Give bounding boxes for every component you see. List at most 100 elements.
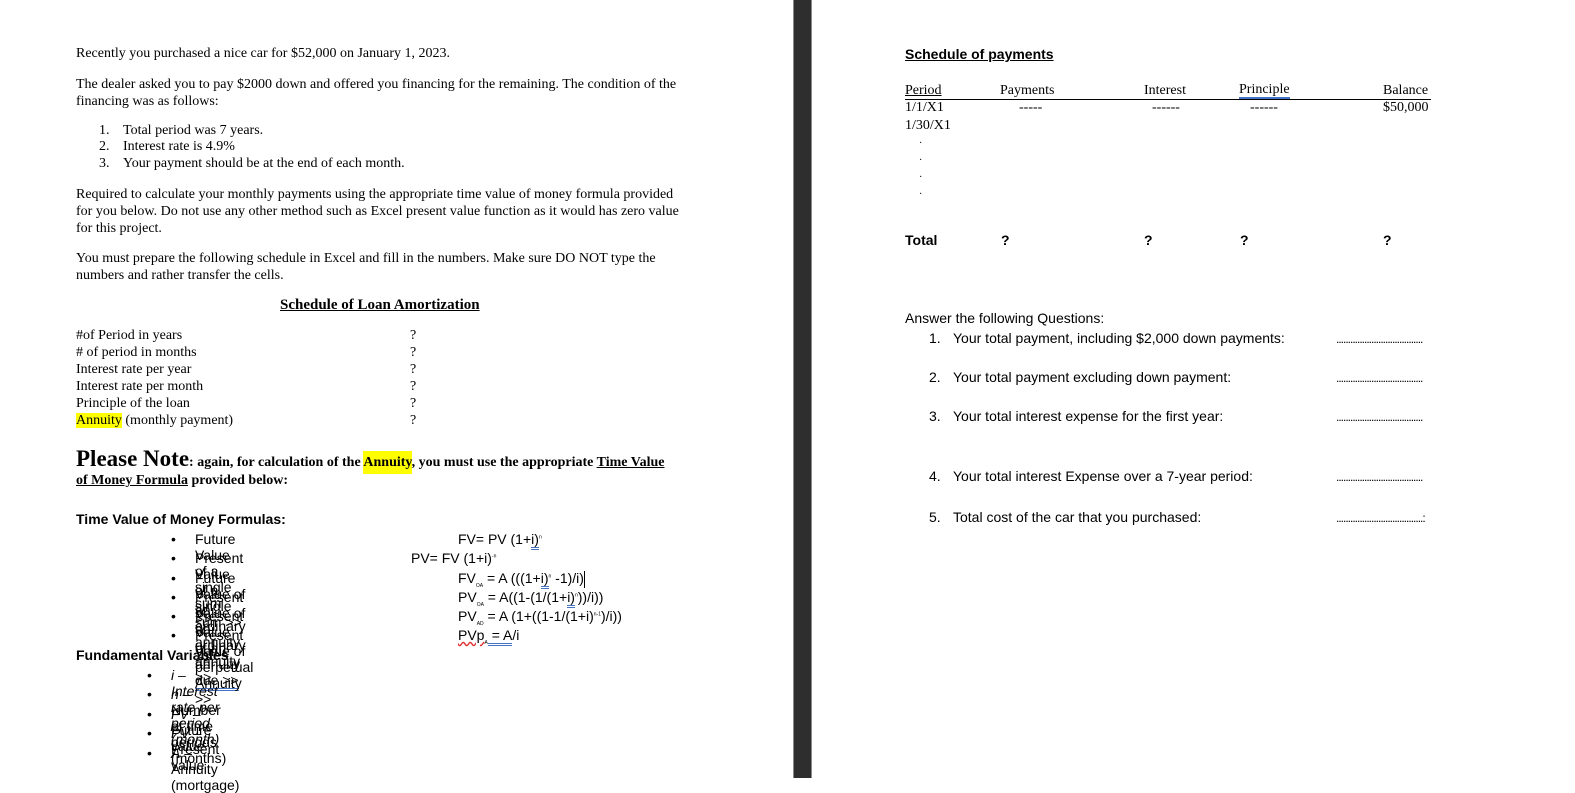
answer-blank[interactable]: .....................................: [1336, 470, 1423, 484]
variable-symbol: FV: [171, 706, 189, 722]
variable-symbol: A: [171, 745, 181, 761]
formula-text: ))/i)): [577, 589, 604, 605]
formula-text: )/i)): [600, 608, 622, 624]
amortization-label: (monthly payment): [121, 413, 234, 428]
formula-text: i): [540, 570, 549, 589]
formula-subscript: OA: [476, 601, 484, 608]
bullet-icon: •: [171, 627, 176, 643]
condition-text: Your payment should be at the end of eac…: [123, 156, 405, 171]
total-balance: ?: [1383, 232, 1392, 248]
question-text: Total cost of the car that you purchased…: [953, 509, 1202, 525]
answer-blank[interactable]: .....................................:: [1336, 511, 1426, 525]
formula-text: = A: [487, 627, 513, 646]
column-header-balance: Balance: [1383, 83, 1429, 98]
amortization-label: Interest rate per year: [76, 362, 192, 377]
formula-text: PV: [458, 589, 477, 605]
cell-payments: -----: [1019, 100, 1043, 115]
formula-text: = A (((1+: [483, 570, 541, 586]
ellipsis-dot: ·: [919, 172, 923, 183]
condition-number: 2.: [99, 139, 110, 154]
note-heading: Please Note: [76, 446, 190, 471]
question-number: 5.: [929, 509, 941, 525]
formula-text: /i: [512, 627, 520, 643]
answer-blank[interactable]: .....................................: [1336, 371, 1423, 385]
formula-text: FV= PV (1+: [458, 531, 532, 547]
cell-period: 1/30/X1: [905, 118, 951, 133]
total-payments: ?: [1001, 232, 1010, 248]
note-text: , you must use the appropriate: [411, 455, 597, 470]
total-principle: ?: [1240, 232, 1249, 248]
amortization-label: # of period in months: [76, 345, 197, 360]
formula-text: PV= FV (1+i): [411, 550, 492, 566]
required-paragraph: Required to calculate your monthly payme…: [76, 187, 679, 236]
formula-text: i): [567, 589, 575, 608]
prepare-paragraph: You must prepare the following schedule …: [76, 251, 656, 283]
question-item: 2. Your total payment excluding down paym…: [929, 369, 1231, 385]
annuity-highlight: Annuity: [363, 451, 412, 474]
variable-symbol: n: [171, 686, 179, 702]
total-label: Total: [905, 232, 938, 248]
question-number: 3.: [929, 408, 941, 424]
column-header-payments: Payments: [1000, 83, 1055, 98]
fundamental-title: Fundamental Variables: [76, 647, 229, 663]
variable-description: – Annuity (mortgage): [171, 745, 240, 793]
amortization-title: Schedule of Loan Amortization: [280, 297, 480, 313]
formula-text: i): [531, 531, 539, 550]
question-text: Your total payment excluding down paymen…: [953, 369, 1232, 385]
cell-principle: ------: [1250, 100, 1278, 115]
please-note: Please Note: again, for calculation of t…: [76, 447, 706, 490]
cell-period: 1/1/X1: [905, 100, 944, 115]
bullet-icon: •: [171, 589, 176, 605]
amortization-value: ?: [410, 345, 417, 360]
bullet-icon: •: [171, 570, 176, 586]
condition-text: Total period was 7 years.: [123, 123, 264, 138]
note-text: provided below:: [187, 473, 289, 488]
column-header-interest: Interest: [1144, 83, 1186, 98]
schedule-title: Schedule of payments: [905, 46, 1054, 62]
answer-blank[interactable]: .....................................: [1336, 410, 1423, 424]
bullet-icon: •: [171, 608, 176, 624]
ellipsis-dot: ·: [919, 189, 923, 200]
amortization-label: #of Period in years: [76, 328, 183, 343]
formula-pv-ordinary-annuity: PVOA = A((1-(1/(1+i)n))/i)): [458, 589, 603, 608]
condition-number: 1.: [99, 123, 110, 138]
bullet-icon: •: [147, 667, 152, 683]
amortization-value: ?: [410, 379, 417, 394]
tvm-title: Time Value of Money Formulas:: [76, 511, 286, 527]
question-item: 1. Your total payment, including $2,000 d…: [929, 330, 1285, 346]
condition-item: 3. Your payment should be at the end of e…: [99, 156, 405, 172]
question-number: 4.: [929, 468, 941, 484]
condition-item: 1. Total period was 7 years.: [99, 123, 263, 139]
formula-text: = A (1+((1-1/(1+i): [483, 608, 594, 624]
dealer-paragraph: The dealer asked you to pay $2000 down a…: [76, 77, 677, 109]
condition-number: 3.: [99, 156, 110, 171]
formula-exponent: n-1: [593, 611, 601, 618]
bullet-icon: •: [147, 706, 152, 722]
condition-text: Interest rate is 4.9%: [123, 139, 235, 154]
answer-blank[interactable]: .....................................: [1336, 332, 1423, 346]
bullet-icon: •: [171, 531, 176, 547]
condition-item: 2. Interest rate is 4.9%: [99, 139, 235, 155]
questions-title: Answer the following Questions:: [905, 310, 1105, 326]
intro-paragraph: Recently you purchased a nice car for $5…: [76, 46, 450, 61]
formula-fv-single: FV= PV (1+i)n: [458, 531, 542, 550]
formula-text: PVp: [458, 627, 485, 643]
question-text: Your total interest expense for the firs…: [953, 408, 1224, 424]
bullet-icon: •: [171, 550, 176, 566]
amortization-value: ?: [410, 396, 417, 411]
question-item: 4. Your total interest Expense over a 7-y…: [929, 468, 1253, 484]
amortization-value: ?: [410, 328, 417, 343]
bullet-icon: •: [147, 745, 152, 761]
formula-text: PV: [458, 608, 477, 624]
annuity-highlight: Annuity: [76, 413, 122, 428]
tvm-reference: of Money Formula: [76, 473, 188, 488]
formula-pv-perpetuity: PVpA = A/i: [458, 627, 519, 646]
variable-symbol: PV: [171, 725, 190, 741]
formula-fv-ordinary-annuity: FVOA = A (((1+i)n -1)/i): [458, 570, 585, 589]
page-divider: [793, 0, 812, 778]
ellipsis-dot: ·: [919, 138, 923, 149]
question-text: Your total payment, including $2,000 dow…: [953, 330, 1285, 346]
formula-text: -1)/i): [551, 570, 584, 586]
note-text: : again, for calculation of the: [189, 455, 364, 470]
question-number: 1.: [929, 330, 941, 346]
